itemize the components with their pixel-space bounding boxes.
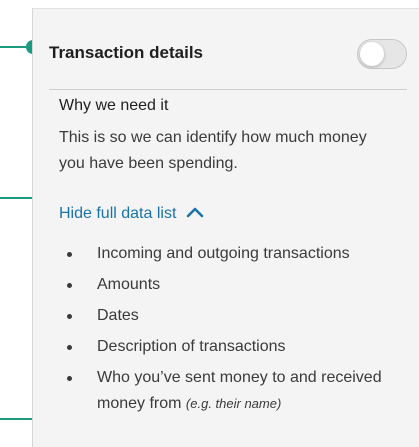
list-item: Description of transactions — [59, 334, 411, 360]
consent-panel: Transaction details Why we need it This … — [0, 0, 419, 447]
list-item: Dates — [59, 303, 411, 329]
section-title: Transaction details — [49, 43, 203, 62]
why-we-need-it-text: This is so we can identify how much mone… — [59, 129, 367, 172]
data-list: Incoming and outgoing transactions Amoun… — [59, 241, 411, 422]
transaction-details-toggle[interactable] — [357, 39, 407, 69]
why-we-need-it-heading: Why we need it — [59, 97, 169, 114]
hide-data-list-link[interactable]: Hide full data list — [59, 205, 204, 223]
example-note: (e.g. their name) — [185, 396, 282, 411]
card-header: Transaction details — [49, 39, 407, 73]
chevron-up-icon — [186, 205, 204, 223]
transaction-details-card: Transaction details Why we need it This … — [32, 8, 419, 447]
list-item: Who you’ve sent money to and received mo… — [59, 365, 411, 417]
list-item: Incoming and outgoing transactions — [59, 241, 411, 267]
toggle-knob — [360, 42, 384, 66]
header-divider — [49, 89, 407, 90]
hide-data-list-label: Hide full data list — [59, 205, 177, 223]
list-item: Amounts — [59, 272, 411, 298]
